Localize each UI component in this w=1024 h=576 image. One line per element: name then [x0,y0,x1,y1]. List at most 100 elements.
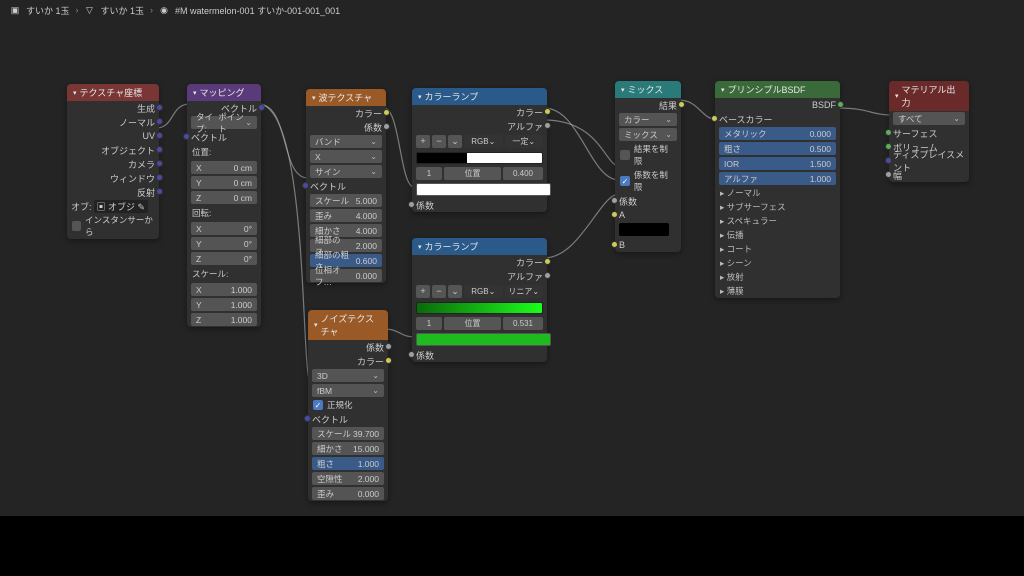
collapse-icon[interactable]: ▾ [895,92,899,100]
node-header[interactable]: ▾波テクスチャ [306,89,386,106]
socket-in[interactable] [302,182,309,189]
section-toggle[interactable]: ▸ スペキュラー [715,214,840,228]
socket-out[interactable] [544,108,551,115]
ramp-add-button[interactable]: + [416,135,430,148]
node-header[interactable]: ▾ノイズテクスチャ [308,310,388,340]
ramp-menu-button[interactable]: ⌄ [448,135,462,148]
loc-x[interactable]: X0 cm [191,161,257,174]
socket-in[interactable] [885,129,892,136]
ramp-color-swatch[interactable] [416,183,551,196]
node-mix[interactable]: ▾ミックス 結果 カラー ミックス 結果を制限 ✓係数を制限 係数 A B [615,81,681,252]
node-mapping[interactable]: ▾マッピング ベクトル タイプ:ポイント ベクトル 位置: X0 cm Y0 c… [187,84,261,327]
lacunarity-field[interactable]: 空隙性2.000 [312,472,384,485]
target-dropdown[interactable]: すべて [893,112,965,125]
scale-field[interactable]: スケール5.000 [310,194,382,207]
socket-in[interactable] [408,201,415,208]
node-header[interactable]: ▾カラーランプ [412,88,547,105]
bc-item[interactable]: すいか 1玉 [26,4,70,17]
distortion-field[interactable]: 歪み0.000 [312,487,384,500]
socket-out[interactable] [385,343,392,350]
object-picker[interactable]: ▣ オブジ ✎ [94,200,149,213]
socket-in[interactable] [183,133,190,140]
ramp-interp-dropdown[interactable]: リニア ⌄ [505,285,544,298]
collapse-icon[interactable]: ▾ [73,89,77,97]
section-toggle[interactable]: ▸ 放射 [715,270,840,284]
ramp-remove-button[interactable]: − [432,135,446,148]
collapse-icon[interactable]: ▾ [312,94,316,102]
socket-in[interactable] [711,115,718,122]
loc-y[interactable]: Y0 cm [191,176,257,189]
socket-in[interactable] [408,351,415,358]
node-color-ramp-2[interactable]: ▾カラーランプ カラー アルファ + − ⌄ RGB ⌄ リニア ⌄ 1 位置 … [412,238,547,362]
ramp-color-swatch[interactable] [416,333,551,346]
scale-z[interactable]: Z1.000 [191,313,257,326]
type-dropdown[interactable]: タイプ:ポイント [191,116,257,129]
collapse-icon[interactable]: ▾ [314,321,318,329]
ramp-pos-value[interactable]: 0.531 [503,317,543,330]
socket-out[interactable] [383,123,390,130]
mix-type-dropdown[interactable]: カラー [619,113,677,126]
wave-dir-dropdown[interactable]: X [310,150,382,163]
node-wave-texture[interactable]: ▾波テクスチャ カラー 係数 バンド X サイン ベクトル スケール5.000 … [306,89,386,283]
ramp-mode-dropdown[interactable]: RGB ⌄ [464,285,503,298]
node-color-ramp-1[interactable]: ▾カラーランプ カラー アルファ + − ⌄ RGB ⌄ 一定 ⌄ 1 位置 0… [412,88,547,212]
socket-out[interactable] [544,122,551,129]
section-toggle[interactable]: ▸ コート [715,242,840,256]
socket-in[interactable] [885,171,892,178]
socket-out[interactable] [156,174,163,181]
ramp-interp-dropdown[interactable]: 一定 ⌄ [505,135,544,148]
scale-field[interactable]: スケール39.700 [312,427,384,440]
collapse-icon[interactable]: ▾ [418,243,422,251]
noise-type-dropdown[interactable]: fBM [312,384,384,397]
ramp-index[interactable]: 1 [416,167,442,180]
metallic-field[interactable]: メタリック0.000 [719,127,836,140]
detail-field[interactable]: 細かさ15.000 [312,442,384,455]
socket-out[interactable] [837,101,844,108]
rot-x[interactable]: X0° [191,222,257,235]
section-toggle[interactable]: ▸ 伝播 [715,228,840,242]
socket-in[interactable] [885,143,892,150]
socket-in[interactable] [885,157,892,164]
ramp-menu-button[interactable]: ⌄ [448,285,462,298]
scale-y[interactable]: Y1.000 [191,298,257,311]
rough-field[interactable]: 粗さ1.000 [312,457,384,470]
ramp-pos-value[interactable]: 0.400 [503,167,543,180]
node-header[interactable]: ▾ミックス [615,81,681,98]
socket-out[interactable] [156,104,163,111]
ramp-gradient[interactable] [416,152,543,164]
checkbox[interactable] [72,221,81,231]
checkbox[interactable] [620,150,630,160]
rot-z[interactable]: Z0° [191,252,257,265]
socket-out[interactable] [156,118,163,125]
collapse-icon[interactable]: ▾ [418,93,422,101]
ramp-mode-dropdown[interactable]: RGB ⌄ [464,135,503,148]
node-editor-canvas[interactable]: ▾テクスチャ座標 生成 ノーマル UV オブジェクト カメラ ウィンドウ 反射 … [0,20,1024,576]
socket-out[interactable] [678,101,685,108]
node-header[interactable]: ▾マテリアル出力 [889,81,969,111]
ramp-remove-button[interactable]: − [432,285,446,298]
node-principled-bsdf[interactable]: ▾プリンシプルBSDF BSDF ベースカラー メタリック0.000 粗さ0.5… [715,81,840,298]
section-toggle[interactable]: ▸ シーン [715,256,840,270]
socket-in[interactable] [611,211,618,218]
node-header[interactable]: ▾テクスチャ座標 [67,84,159,101]
collapse-icon[interactable]: ▾ [193,89,197,97]
socket-out[interactable] [156,160,163,167]
mix-blend-dropdown[interactable]: ミックス [619,128,677,141]
phase-field[interactable]: 位相オフ…0.000 [310,269,382,282]
socket-in[interactable] [611,197,618,204]
section-toggle[interactable]: ▸ サブサーフェス [715,200,840,214]
socket-out[interactable] [156,146,163,153]
section-toggle[interactable]: ▸ ノーマル [715,186,840,200]
bc-item[interactable]: #M watermelon-001 すいか-001-001_001 [175,4,340,17]
checkbox[interactable]: ✓ [313,400,323,410]
dim-dropdown[interactable]: 3D [312,369,384,382]
socket-out[interactable] [156,188,163,195]
node-header[interactable]: ▾マッピング [187,84,261,101]
section-toggle[interactable]: ▸ 薄膜 [715,284,840,298]
wave-profile-dropdown[interactable]: サイン [310,165,382,178]
node-material-output[interactable]: ▾マテリアル出力 すべて サーフェス ボリューム ディスプレイスメント 幅 [889,81,969,182]
node-noise-texture[interactable]: ▾ノイズテクスチャ 係数 カラー 3D fBM ✓正規化 ベクトル スケール39… [308,310,388,501]
socket-in[interactable] [611,241,618,248]
loc-z[interactable]: Z0 cm [191,191,257,204]
bc-item[interactable]: すいか 1玉 [101,4,145,17]
